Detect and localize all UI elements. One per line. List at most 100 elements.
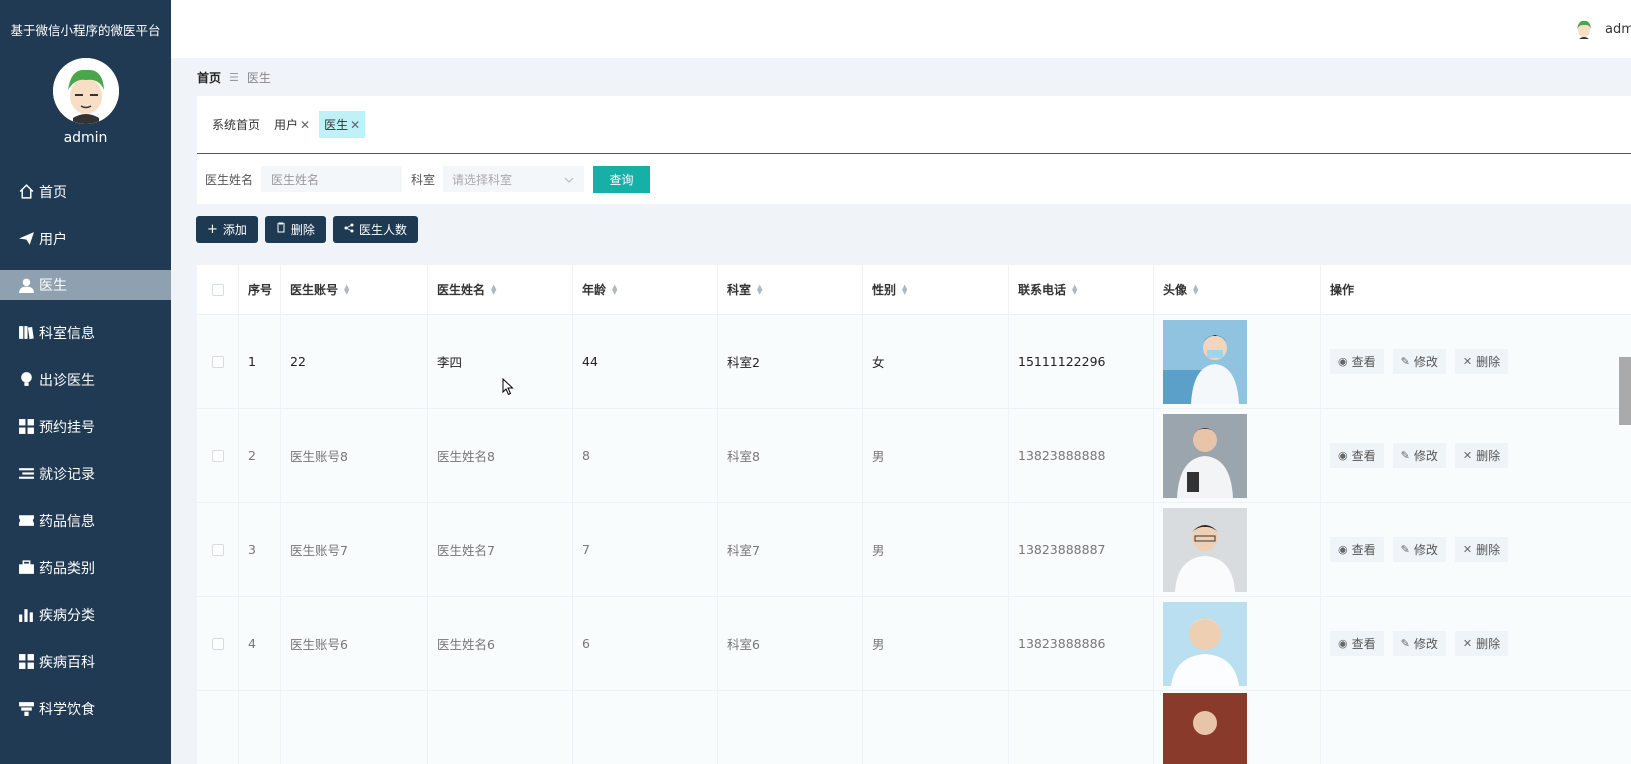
tab-system-home[interactable]: 系统首页 bbox=[207, 111, 265, 138]
sort-icon[interactable]: ▲ ▼ bbox=[344, 283, 349, 295]
user-menu[interactable]: admin bbox=[1573, 18, 1631, 40]
sort-icon[interactable]: ▲ ▼ bbox=[902, 283, 907, 295]
delete-row-button[interactable]: ✕ 删除 bbox=[1454, 349, 1509, 374]
cell-photo bbox=[1154, 409, 1321, 502]
view-button[interactable]: ◉ 查看 bbox=[1330, 443, 1384, 468]
bar-chart-icon bbox=[17, 606, 35, 624]
header-name[interactable]: 医生姓名 ▲ ▼ bbox=[428, 265, 573, 314]
row-checkbox[interactable] bbox=[211, 543, 224, 556]
delete-label: 删除 bbox=[1476, 449, 1501, 463]
delete-row-button[interactable]: ✕ 删除 bbox=[1454, 631, 1509, 656]
cell-name: 医生姓名7 bbox=[428, 503, 573, 596]
doctor-photo bbox=[1163, 507, 1247, 592]
grid-icon bbox=[17, 653, 35, 671]
vertical-scrollbar[interactable] bbox=[1619, 357, 1631, 425]
tab-label: 用户 bbox=[274, 118, 299, 132]
sidebar-item-visiting-doctors[interactable]: 出诊医生 bbox=[0, 356, 171, 403]
delete-button-label: 删除 bbox=[290, 223, 315, 237]
briefcase-icon bbox=[17, 559, 35, 577]
header-gender[interactable]: 性别 ▲ ▼ bbox=[863, 265, 1009, 314]
delete-label: 删除 bbox=[1476, 355, 1501, 369]
header-operations: 操作 bbox=[1321, 265, 1631, 314]
tab-users[interactable]: 用户 ✕ bbox=[269, 111, 315, 138]
cell-account: 22 bbox=[281, 315, 428, 408]
bulb-icon bbox=[17, 371, 35, 389]
delete-button[interactable]: 删除 bbox=[264, 216, 326, 243]
close-icon[interactable]: ✕ bbox=[300, 118, 310, 132]
chevron-down-icon bbox=[564, 172, 574, 186]
edit-label: 修改 bbox=[1413, 637, 1438, 651]
cell-gender: 女 bbox=[863, 315, 1009, 408]
eye-icon: ◉ bbox=[1338, 449, 1348, 462]
edit-button[interactable]: ✎ 修改 bbox=[1392, 631, 1446, 656]
cell-index: 2 bbox=[239, 409, 281, 502]
cell-phone: 13823888887 bbox=[1009, 503, 1154, 596]
breadcrumb-home[interactable]: 首页 bbox=[197, 69, 221, 86]
query-button[interactable]: 查询 bbox=[593, 165, 651, 193]
tab-doctors[interactable]: 医生 ✕ bbox=[319, 111, 366, 138]
close-icon: ✕ bbox=[1462, 637, 1473, 650]
mouse-cursor-icon bbox=[502, 377, 514, 400]
trash-icon bbox=[276, 222, 286, 237]
sidebar-item-label: 药品类别 bbox=[39, 560, 95, 577]
select-all-checkbox[interactable] bbox=[211, 283, 224, 296]
sidebar-item-appointments[interactable]: 预约挂号 bbox=[0, 403, 171, 450]
row-checkbox[interactable] bbox=[211, 637, 224, 650]
sidebar-item-medicines[interactable]: 药品信息 bbox=[0, 497, 171, 544]
close-icon[interactable]: ✕ bbox=[350, 118, 360, 132]
cell-age bbox=[573, 691, 718, 764]
view-button[interactable]: ◉ 查看 bbox=[1330, 631, 1384, 656]
edit-button[interactable]: ✎ 修改 bbox=[1392, 537, 1446, 562]
table-row-partial bbox=[197, 691, 1631, 764]
sidebar-item-diet[interactable]: 科学饮食 bbox=[0, 685, 171, 732]
edit-button[interactable]: ✎ 修改 bbox=[1392, 443, 1446, 468]
edit-icon: ✎ bbox=[1400, 449, 1410, 462]
row-checkbox[interactable] bbox=[211, 449, 224, 462]
sidebar-item-disease-categories[interactable]: 疾病分类 bbox=[0, 591, 171, 638]
header-phone[interactable]: 联系电话 ▲ ▼ bbox=[1009, 265, 1154, 314]
table-row: 1 22 李四 44 科室2 女 15111122296 ◉ 查看 ✎ 修改 ✕ 删除 bbox=[197, 315, 1631, 409]
sidebar-item-disease-encyclopedia[interactable]: 疾病百科 bbox=[0, 638, 171, 685]
header-photo[interactable]: 头像 ▲ ▼ bbox=[1154, 265, 1321, 314]
add-button[interactable]: + 添加 bbox=[196, 216, 258, 243]
sidebar-item-doctors[interactable]: 医生 bbox=[0, 270, 171, 300]
sort-icon[interactable]: ▲ ▼ bbox=[612, 283, 617, 295]
delete-row-button[interactable]: ✕ 删除 bbox=[1454, 537, 1509, 562]
search-form: 医生姓名 医生姓名 科室 请选择科室 查询 bbox=[197, 154, 1631, 204]
sidebar-item-users[interactable]: 用户 bbox=[0, 215, 171, 262]
sidebar-item-records[interactable]: 就诊记录 bbox=[0, 450, 171, 497]
sidebar-item-home[interactable]: 首页 bbox=[0, 168, 171, 215]
header-account[interactable]: 医生账号 ▲ ▼ bbox=[281, 265, 428, 314]
view-button[interactable]: ◉ 查看 bbox=[1330, 349, 1384, 374]
header-label: 性别 bbox=[872, 283, 897, 297]
paper-plane-icon bbox=[17, 230, 35, 248]
top-bar: admin bbox=[171, 0, 1631, 58]
action-bar: + 添加 删除 医生人数 bbox=[196, 216, 425, 243]
sidebar-item-label: 预约挂号 bbox=[39, 419, 95, 436]
sort-icon[interactable]: ▲ ▼ bbox=[757, 283, 762, 295]
delete-row-button[interactable]: ✕ 删除 bbox=[1454, 443, 1509, 468]
doctor-count-button[interactable]: 医生人数 bbox=[332, 216, 418, 243]
sort-icon[interactable]: ▲ ▼ bbox=[1193, 283, 1198, 295]
view-button[interactable]: ◉ 查看 bbox=[1330, 537, 1384, 562]
view-label: 查看 bbox=[1351, 637, 1376, 651]
doctor-count-button-label: 医生人数 bbox=[358, 223, 407, 237]
sidebar-item-medicine-categories[interactable]: 药品类别 bbox=[0, 544, 171, 591]
header-department[interactable]: 科室 ▲ ▼ bbox=[718, 265, 863, 314]
row-checkbox-cell bbox=[197, 597, 239, 690]
doctor-photo bbox=[1163, 413, 1247, 498]
doctor-name-label: 医生姓名 bbox=[205, 172, 254, 187]
sidebar-item-departments[interactable]: 科室信息 bbox=[0, 309, 171, 356]
cell-account: 医生账号6 bbox=[281, 597, 428, 690]
sort-icon[interactable]: ▲ ▼ bbox=[1072, 283, 1077, 295]
header-age[interactable]: 年龄 ▲ ▼ bbox=[573, 265, 718, 314]
doctor-name-input[interactable]: 医生姓名 bbox=[261, 166, 403, 192]
close-icon: ✕ bbox=[1462, 355, 1473, 368]
delete-label: 删除 bbox=[1476, 637, 1501, 651]
sort-icon[interactable]: ▲ ▼ bbox=[491, 283, 496, 295]
row-checkbox[interactable] bbox=[211, 355, 224, 368]
row-checkbox-cell bbox=[197, 691, 239, 764]
edit-button[interactable]: ✎ 修改 bbox=[1392, 349, 1446, 374]
ticket-icon bbox=[17, 512, 35, 530]
department-select[interactable]: 请选择科室 bbox=[443, 166, 585, 192]
